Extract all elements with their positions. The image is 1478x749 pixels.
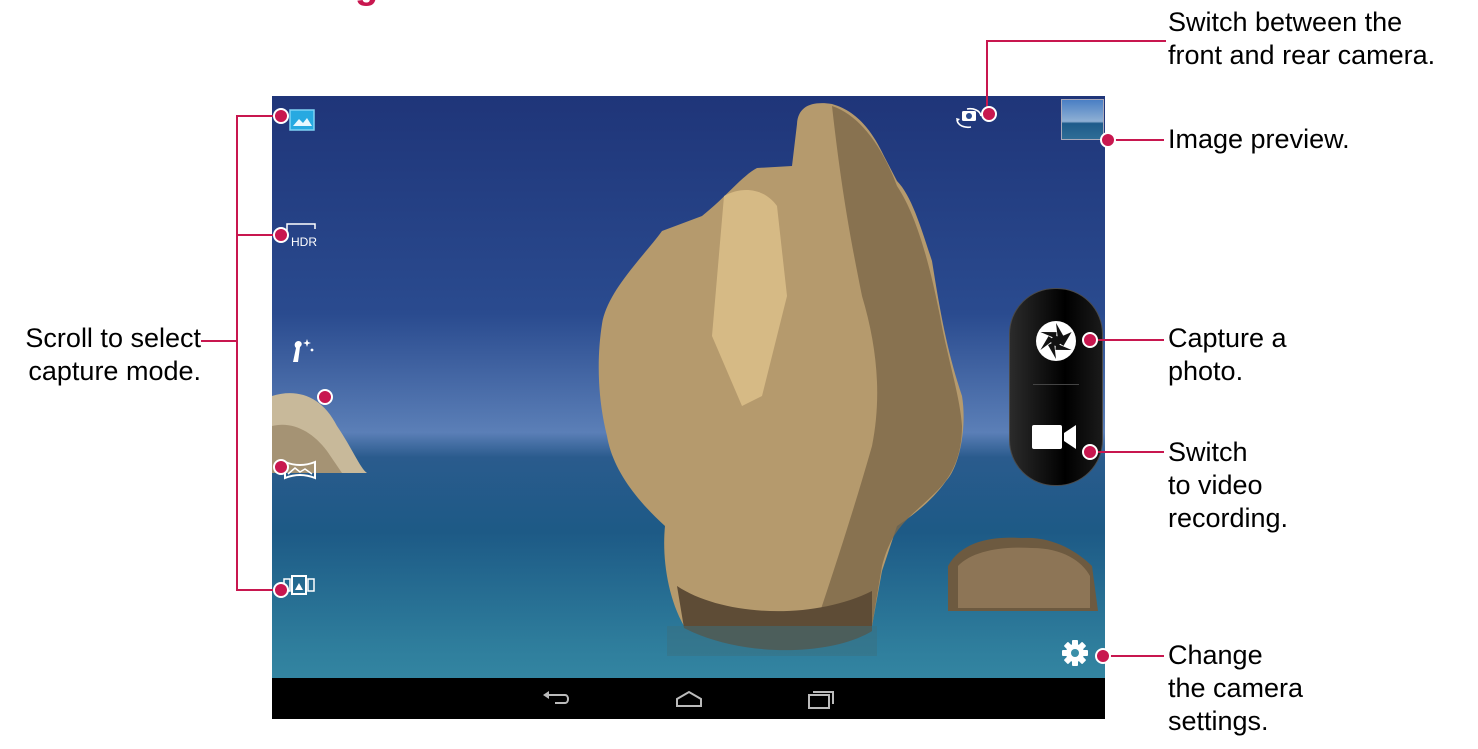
camera-settings-label: Change the camera settings. bbox=[1168, 640, 1304, 736]
callout-line bbox=[236, 115, 238, 591]
callout-line bbox=[1088, 339, 1164, 341]
callout-dot bbox=[1082, 332, 1098, 348]
callout-dot bbox=[981, 106, 997, 122]
image-preview-label: Image preview. bbox=[1168, 124, 1350, 154]
switch-video-label: Switch to video recording. bbox=[1168, 437, 1289, 533]
switch-camera-label: Switch between the front and rear camera… bbox=[1168, 7, 1436, 70]
home-icon bbox=[676, 690, 702, 707]
callout-line bbox=[1088, 451, 1164, 453]
callout-dot bbox=[1100, 132, 1116, 148]
callout-line bbox=[201, 340, 236, 342]
callout-dot bbox=[273, 227, 289, 243]
recent-apps-button[interactable] bbox=[805, 686, 835, 712]
beauty-mode-icon[interactable] bbox=[285, 334, 317, 366]
back-button[interactable] bbox=[541, 686, 571, 712]
home-button[interactable] bbox=[674, 686, 704, 712]
capture-photo-label: Capture a photo. bbox=[1168, 323, 1287, 386]
recent-apps-icon bbox=[808, 691, 834, 709]
callout-dot bbox=[273, 108, 289, 124]
callout-dot bbox=[273, 459, 289, 475]
photo-mode-icon[interactable] bbox=[289, 109, 315, 131]
callout-dot bbox=[1095, 648, 1111, 664]
shutter-icon bbox=[1036, 321, 1076, 361]
callout-line bbox=[1102, 655, 1164, 657]
navigation-bar bbox=[272, 678, 1105, 719]
video-camera-icon bbox=[1032, 425, 1076, 449]
callout-dot bbox=[317, 389, 333, 405]
video-button[interactable] bbox=[1030, 419, 1080, 455]
switch-camera-icon[interactable] bbox=[953, 106, 985, 130]
callout-line bbox=[986, 40, 1166, 42]
capture-divider bbox=[1033, 384, 1079, 385]
back-icon bbox=[543, 691, 569, 704]
hdr-label: HDR bbox=[291, 235, 317, 249]
shutter-button[interactable] bbox=[1034, 319, 1078, 363]
capture-mode-label: Scroll to select capture mode. bbox=[25, 323, 201, 386]
scene-background bbox=[272, 103, 1098, 656]
heading-fragment: g bbox=[355, 0, 435, 6]
gear-icon[interactable] bbox=[1060, 638, 1090, 668]
callout-line bbox=[986, 40, 988, 115]
camera-screen: HDR bbox=[272, 96, 1105, 719]
callout-dot bbox=[273, 582, 289, 598]
callout-dot bbox=[1082, 444, 1098, 460]
image-preview-thumbnail[interactable] bbox=[1061, 99, 1104, 140]
hdr-mode-icon[interactable]: HDR bbox=[284, 221, 320, 249]
